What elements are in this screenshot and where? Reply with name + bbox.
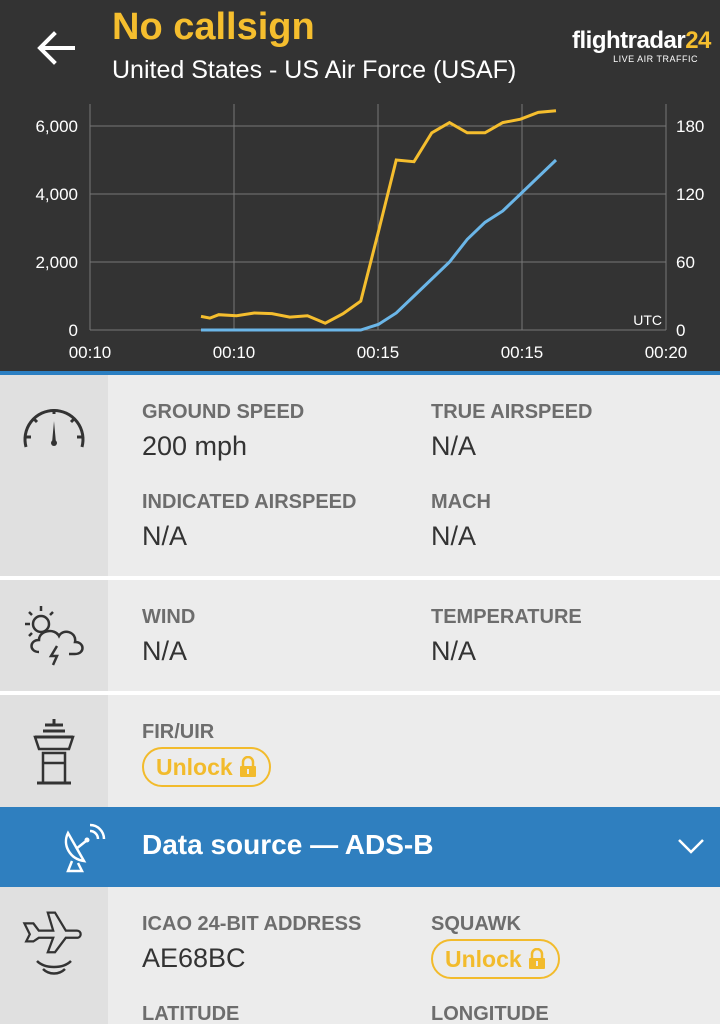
icao-address-label: ICAO 24-BIT ADDRESS: [142, 913, 362, 935]
ground-speed-label: GROUND SPEED: [142, 401, 305, 423]
back-button[interactable]: [26, 20, 86, 76]
chart-y-left-tick-label: 2,000: [35, 253, 78, 272]
indicated-airspeed-value: N/A: [142, 521, 188, 551]
chart-x-tick-label: 00:15: [501, 343, 544, 362]
squawk-label: SQUAWK: [431, 913, 521, 935]
data-source-expander[interactable]: Data source — ADS-B: [0, 807, 720, 887]
longitude-label: LONGITUDE: [431, 1003, 549, 1024]
mach-value: N/A: [431, 521, 477, 551]
adsb-icon-column: [0, 887, 108, 1024]
temperature-value: N/A: [431, 636, 477, 666]
chart-y-left-tick-label: 6,000: [35, 117, 78, 136]
latitude-label: LATITUDE: [142, 1003, 240, 1024]
adsb-section: ICAO 24-BIT ADDRESS AE68BC SQUAWK Unlock…: [0, 887, 720, 1024]
logo-number: 24: [685, 27, 711, 54]
chart-x-tick-label: 00:15: [357, 343, 400, 362]
fir-unlock-button[interactable]: Unlock: [142, 747, 271, 787]
icao-address-value: AE68BC: [142, 943, 246, 973]
chart-svg: 6,000 4,000 2,000 0 180 120 60 0 00:10 00:10 00:15…: [35, 104, 704, 362]
chart-y-right-tick-label: 0: [676, 321, 685, 340]
indicated-airspeed-label: INDICATED AIRSPEED: [142, 491, 357, 513]
chart-y-right-tick-label: 120: [676, 185, 704, 204]
mach-label: MACH: [431, 491, 491, 513]
logo-tagline: LIVE AIR TRAFFIC: [613, 54, 698, 64]
temperature-label: TEMPERATURE: [431, 606, 582, 628]
squawk-unlock-label: Unlock: [445, 945, 522, 972]
back-arrow-icon: [37, 31, 75, 65]
chart-x-tick-label: 00:10: [213, 343, 256, 362]
operator-subtitle: United States - US Air Force (USAF): [112, 56, 517, 84]
altitude-speed-chart: 6,000 4,000 2,000 0 180 120 60 0 00:10 00:10 00:15…: [0, 104, 720, 372]
true-airspeed-label: TRUE AIRSPEED: [431, 401, 593, 423]
logo-text: flightradar: [572, 27, 686, 54]
speed-icon-column: [0, 375, 108, 576]
speedometer-icon: [23, 408, 85, 448]
chart-y-right-tick-label: 60: [676, 253, 695, 272]
lock-icon: [528, 948, 545, 969]
weather-icon-column: [0, 580, 108, 691]
chevron-down-icon: [678, 839, 704, 854]
ground-speed-value: 200 mph: [142, 431, 248, 461]
squawk-unlock-button[interactable]: Unlock: [431, 939, 560, 979]
chart-y-left-tick-label: 0: [69, 321, 78, 340]
chart-y-left-tick-label: 4,000: [35, 185, 78, 204]
lock-icon: [239, 756, 256, 777]
chart-x-tick-label: 00:10: [69, 343, 112, 362]
fir-icon-column: [0, 695, 108, 807]
control-tower-icon: [33, 719, 75, 785]
fir-uir-label: FIR/UIR: [142, 721, 215, 743]
wind-value: N/A: [142, 636, 188, 666]
weather-section: WIND N/A TEMPERATURE N/A: [0, 580, 720, 691]
app-header: No callsign United States - US Air Force…: [0, 0, 720, 104]
aircraft-signal-icon: [22, 911, 82, 975]
chart-y-right-tick-label: 180: [676, 117, 704, 136]
flight-title: No callsign: [112, 6, 315, 48]
fir-unlock-label: Unlock: [156, 753, 233, 780]
logo-wordmark: flightradar24: [572, 27, 711, 54]
flightradar24-logo: flightradar24 LIVE AIR TRAFFIC: [572, 27, 711, 65]
weather-storm-icon: [25, 606, 84, 666]
data-source-label: Data source — ADS-B: [142, 829, 434, 860]
satellite-dish-icon: [64, 823, 106, 873]
chart-x-tick-label: 00:20: [645, 343, 688, 362]
wind-label: WIND: [142, 606, 196, 628]
chart-utc-label: UTC: [633, 312, 662, 328]
speed-section: GROUND SPEED 200 mph TRUE AIRSPEED N/A I…: [0, 375, 720, 576]
true-airspeed-value: N/A: [431, 431, 477, 461]
fir-section: FIR/UIR Unlock: [0, 695, 720, 807]
